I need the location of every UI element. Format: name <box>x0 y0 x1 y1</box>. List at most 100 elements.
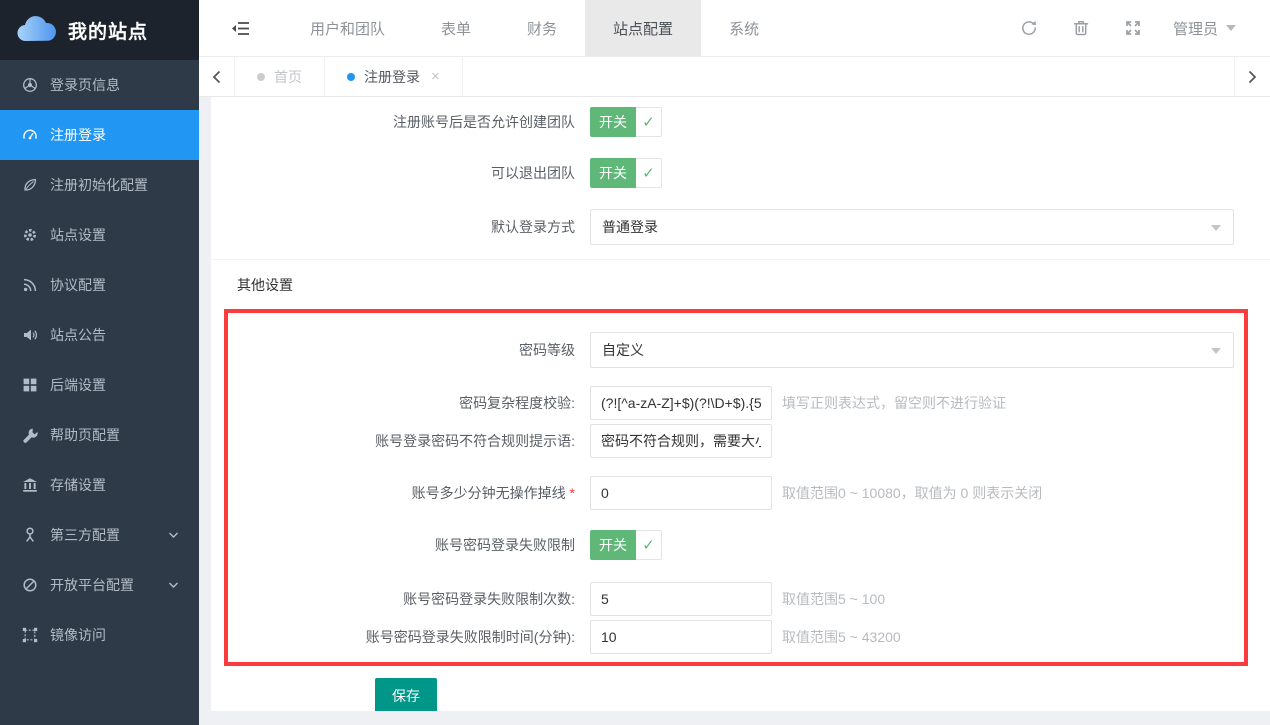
toggle-login-fail-limit[interactable]: 开关 ✓ <box>590 530 662 560</box>
brand[interactable]: 我的站点 <box>0 0 199 60</box>
sidebar-item-label: 后端设置 <box>50 375 106 395</box>
toggle-can-quit-team[interactable]: 开关 ✓ <box>590 158 662 188</box>
topbar-tools: 管理员 <box>1003 0 1270 56</box>
form-row: 账号多少分钟无操作掉线 * 取值范围0 ~ 10080，取值为 0 则表示关闭 <box>228 476 1244 510</box>
toggle-on-label: 开关 <box>590 530 636 560</box>
form-row: 账号登录密码不符合规则提示语: <box>228 424 1244 458</box>
tabs-scroll-left-button[interactable] <box>199 57 235 96</box>
hint-text: 取值范围0 ~ 10080，取值为 0 则表示关闭 <box>782 483 1042 503</box>
password-regex-input[interactable] <box>590 386 772 420</box>
topnav-label: 财务 <box>527 18 557 39</box>
idle-timeout-input[interactable] <box>590 476 772 510</box>
form-row: 可以退出团队 开关 ✓ <box>211 158 1270 188</box>
caret-down-icon <box>1211 225 1221 231</box>
sidebar-item-label: 第三方配置 <box>50 525 120 545</box>
rss-icon <box>22 277 38 293</box>
caret-down-icon <box>1226 25 1236 31</box>
fullscreen-icon <box>1124 19 1142 37</box>
sidebar-item-storage-settings[interactable]: 存储设置 <box>0 460 199 510</box>
fullscreen-button[interactable] <box>1107 0 1159 56</box>
hint-text: 填写正则表达式，留空则不进行验证 <box>782 393 1006 413</box>
tab-register-login[interactable]: 注册登录 × <box>325 57 463 96</box>
sidebar-item-label: 站点公告 <box>50 325 106 345</box>
toggle-on-label: 开关 <box>590 158 636 188</box>
tab-status-dot <box>257 73 265 81</box>
select-default-login-mode[interactable]: 普通登录 <box>590 209 1234 245</box>
field-label: 账号登录密码不符合规则提示语: <box>228 431 575 451</box>
sidebar-item-backend-settings[interactable]: 后端设置 <box>0 360 199 410</box>
form-row: 密码复杂程度校验: 填写正则表达式，留空则不进行验证 <box>228 386 1244 420</box>
sidebar-item-site-settings[interactable]: 站点设置 <box>0 210 199 260</box>
save-button[interactable]: 保存 <box>375 678 437 711</box>
section-divider <box>211 259 1270 260</box>
password-rule-message-input[interactable] <box>590 424 772 458</box>
form-row: 账号密码登录失败限制次数: 取值范围5 ~ 100 <box>228 582 1244 616</box>
sidebar-menu: 登录页信息 注册登录 注册初始化配置 <box>0 60 199 660</box>
sidebar-item-protocol-config[interactable]: 协议配置 <box>0 260 199 310</box>
sidebar-item-mirror-access[interactable]: 镜像访问 <box>0 610 199 660</box>
topnav-item-site-config[interactable]: 站点配置 <box>585 0 701 56</box>
app-root: 我的站点 登录页信息 注册登录 <box>0 0 1270 725</box>
field-label: 账号密码登录失败限制次数: <box>228 589 575 609</box>
field-label: 默认登录方式 <box>211 217 575 237</box>
check-icon: ✓ <box>636 107 662 137</box>
field-label: 账号密码登录失败限制 <box>228 535 575 555</box>
select-password-level[interactable]: 自定义 <box>590 332 1234 368</box>
speaker-icon <box>22 327 38 343</box>
tab-label: 首页 <box>274 67 302 87</box>
circle-slash-icon <box>22 577 38 593</box>
clear-cache-button[interactable] <box>1055 0 1107 56</box>
sidebar-item-label: 镜像访问 <box>50 625 106 645</box>
field-label: 账号多少分钟无操作掉线 * <box>228 483 575 503</box>
tab-home[interactable]: 首页 <box>235 57 325 96</box>
sidebar-item-label: 登录页信息 <box>50 75 120 95</box>
sidebar-item-open-platform-config[interactable]: 开放平台配置 <box>0 560 199 610</box>
login-fail-count-input[interactable] <box>590 582 772 616</box>
leaf-icon <box>22 177 38 193</box>
form-row: 账号密码登录失败限制 开关 ✓ <box>228 530 1244 560</box>
trash-icon <box>1072 19 1090 37</box>
topnav-item-finance[interactable]: 财务 <box>499 0 585 56</box>
sidebar-item-label: 注册初始化配置 <box>50 175 148 195</box>
select-value: 普通登录 <box>602 217 658 237</box>
form-row: 账号密码登录失败限制时间(分钟): 取值范围5 ~ 43200 <box>228 620 1244 654</box>
sidebar-item-login-page-info[interactable]: 登录页信息 <box>0 60 199 110</box>
grid-icon <box>22 377 38 393</box>
refresh-button[interactable] <box>1003 0 1055 56</box>
login-fail-duration-input[interactable] <box>590 620 772 654</box>
tab-bar: 首页 注册登录 × <box>199 57 1270 97</box>
chevron-left-icon <box>212 70 221 84</box>
top-header: 用户和团队 表单 财务 站点配置 系统 <box>199 0 1270 57</box>
chevron-right-icon <box>1248 70 1257 84</box>
topnav-item-forms[interactable]: 表单 <box>413 0 499 56</box>
toggle-allow-create-team[interactable]: 开关 ✓ <box>590 107 662 137</box>
topnav-item-users-teams[interactable]: 用户和团队 <box>282 0 413 56</box>
select-value: 自定义 <box>602 340 644 360</box>
chevron-down-icon <box>168 531 179 539</box>
topnav-item-system[interactable]: 系统 <box>701 0 787 56</box>
sidebar-collapse-button[interactable] <box>199 0 282 56</box>
sidebar-item-site-notice[interactable]: 站点公告 <box>0 310 199 360</box>
caret-down-icon <box>1211 348 1221 354</box>
user-menu[interactable]: 管理员 <box>1159 18 1250 39</box>
sidebar-item-register-init-config[interactable]: 注册初始化配置 <box>0 160 199 210</box>
field-label-text: 账号多少分钟无操作掉线 <box>412 485 566 501</box>
bank-icon <box>22 477 38 493</box>
required-asterisk: * <box>566 485 575 501</box>
form-row: 密码等级 自定义 <box>228 332 1244 368</box>
brand-title: 我的站点 <box>68 17 148 44</box>
sidebar-item-help-page-config[interactable]: 帮助页配置 <box>0 410 199 460</box>
highlighted-settings-panel: 密码等级 自定义 密码复杂程度校验: 填写正则表达式，留空则不进行验证 账号登录… <box>224 309 1248 666</box>
sidebar-item-label: 站点设置 <box>50 225 106 245</box>
topnav-label: 用户和团队 <box>310 18 385 39</box>
topnav-label: 表单 <box>441 18 471 39</box>
sidebar-item-label: 开放平台配置 <box>50 575 134 595</box>
sidebar-item-register-login[interactable]: 注册登录 <box>0 110 199 160</box>
sidebar-item-third-party-config[interactable]: 第三方配置 <box>0 510 199 560</box>
sidebar-item-label: 注册登录 <box>50 125 106 145</box>
tabs-scroll-right-button[interactable] <box>1234 57 1270 96</box>
close-icon[interactable]: × <box>431 68 440 85</box>
dashboard-icon <box>22 127 38 143</box>
chevron-down-icon <box>168 581 179 589</box>
field-label: 密码复杂程度校验: <box>228 393 575 413</box>
